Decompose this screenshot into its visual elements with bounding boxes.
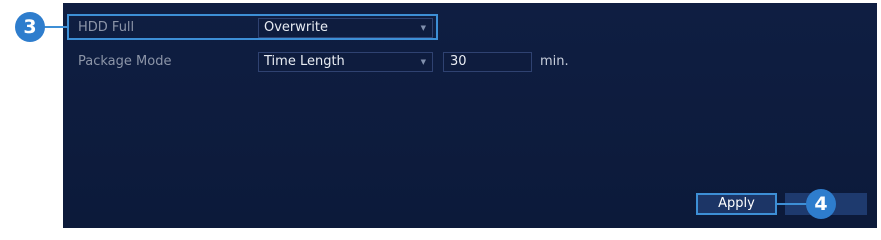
callout-4-badge: 4: [806, 189, 836, 219]
package-duration-input[interactable]: 30: [443, 52, 532, 72]
apply-button[interactable]: Apply: [696, 193, 777, 215]
callout-4-connector: [777, 203, 807, 205]
page: HDD Full Overwrite ▼ Package Mode Time L…: [0, 0, 881, 231]
chevron-down-icon: ▼: [420, 58, 426, 66]
package-mode-value: Time Length: [264, 54, 345, 69]
package-duration-value: 30: [450, 54, 467, 69]
callout-3-badge: 3: [15, 12, 45, 42]
callout-3-connector: [43, 26, 69, 28]
package-mode-label: Package Mode: [78, 54, 172, 69]
duration-unit-label: min.: [540, 54, 569, 69]
hdd-full-row-highlight: [67, 14, 438, 40]
package-mode-dropdown[interactable]: Time Length ▼: [258, 52, 433, 72]
